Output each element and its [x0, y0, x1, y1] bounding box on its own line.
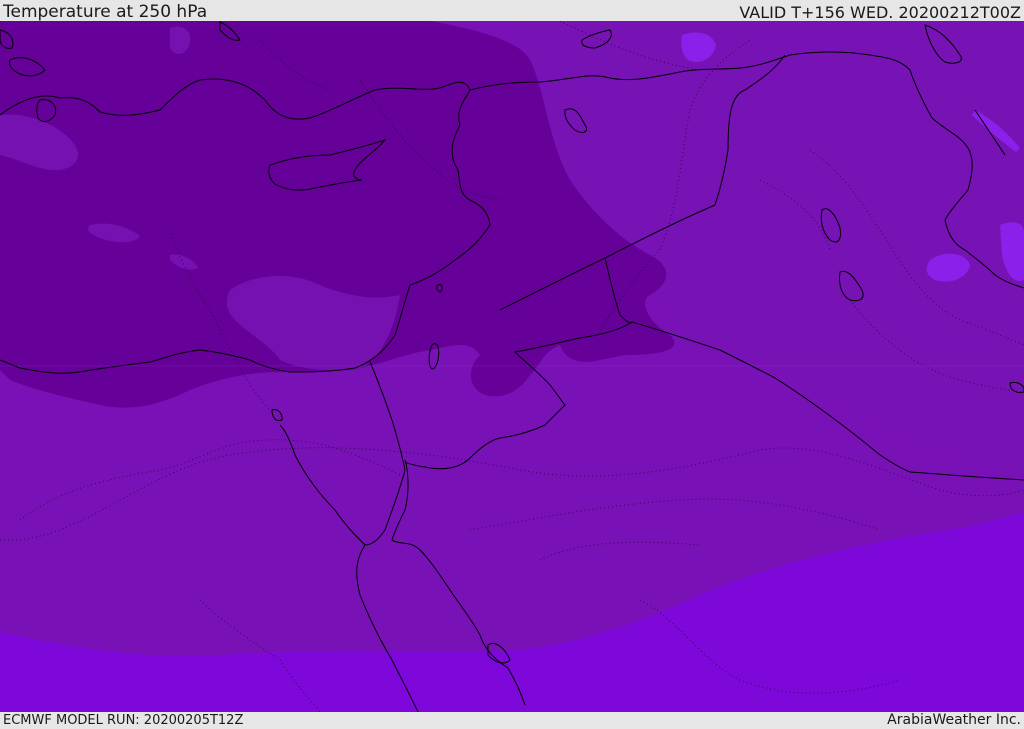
model-run-label: ECMWF MODEL RUN: 20200205T12Z: [3, 713, 244, 728]
map-title: Temperature at 250 hPa: [3, 2, 208, 22]
weather-map[interactable]: [0, 21, 1024, 712]
credit-label: ArabiaWeather Inc.: [887, 712, 1021, 728]
valid-time: VALID T+156 WED. 20200212T00Z: [739, 3, 1021, 22]
